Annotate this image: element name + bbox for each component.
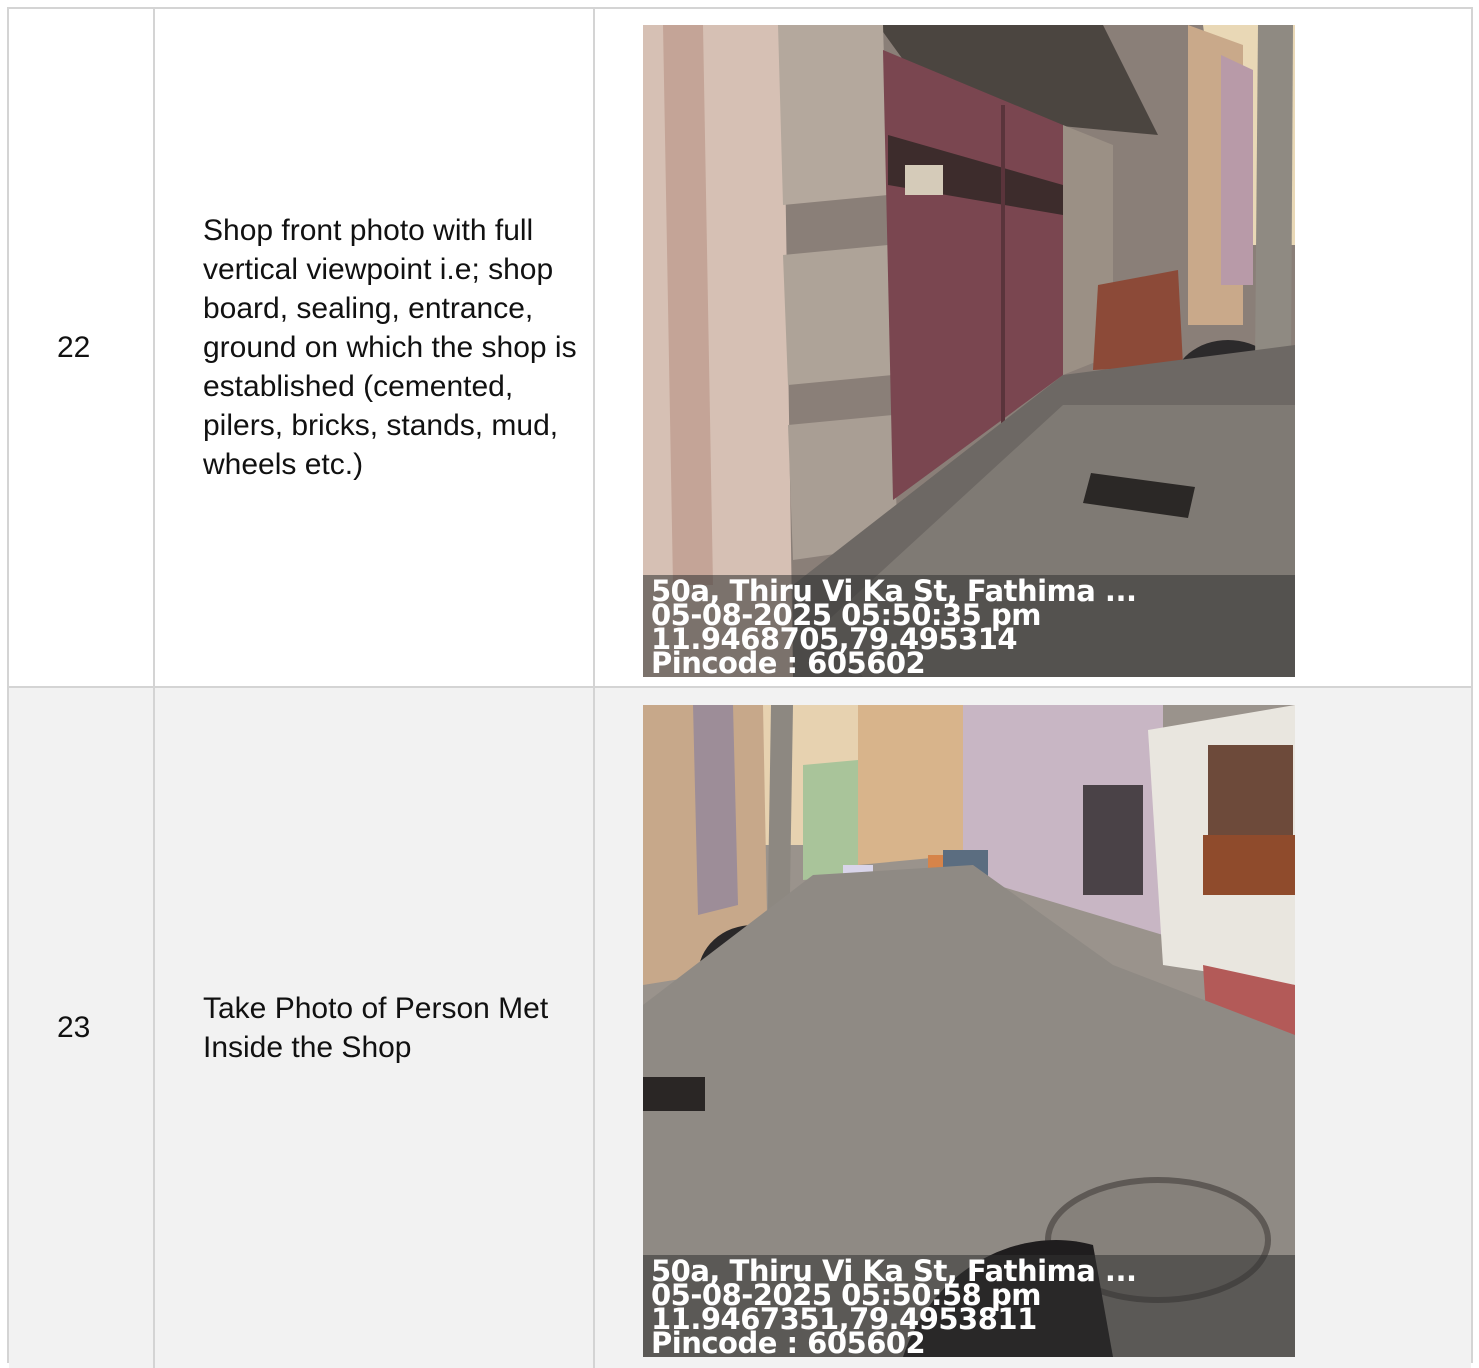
row-description-text: Shop front photo with full vertical view… [203, 214, 577, 481]
row-description-text: Take Photo of Person Met Inside the Shop [203, 992, 549, 1064]
row-number: 22 [9, 9, 155, 686]
person-met-photo: 50a, Thiru Vi Ka St, Fathima ... 05-08-2… [643, 705, 1295, 1357]
row-description: Take Photo of Person Met Inside the Shop [155, 688, 595, 1368]
row-photo-cell: 50a, Thiru Vi Ka St, Fathima ... 05-08-2… [595, 688, 1471, 1368]
row-photo-cell: 50a, Thiru Vi Ka St, Fathima ... 05-08-2… [595, 9, 1471, 686]
photo-evidence-table: 22 Shop front photo with full vertical v… [7, 7, 1473, 1368]
table-row: 22 Shop front photo with full vertical v… [9, 9, 1471, 688]
row-description: Shop front photo with full vertical view… [155, 9, 595, 686]
geotag-overlay: 50a, Thiru Vi Ka St, Fathima ... 05-08-2… [643, 1255, 1295, 1357]
shop-front-photo: 50a, Thiru Vi Ka St, Fathima ... 05-08-2… [643, 25, 1295, 677]
row-number: 23 [9, 688, 155, 1368]
geotag-overlay: 50a, Thiru Vi Ka St, Fathima ... 05-08-2… [643, 575, 1295, 677]
table-row: 23 Take Photo of Person Met Inside the S… [9, 688, 1471, 1368]
